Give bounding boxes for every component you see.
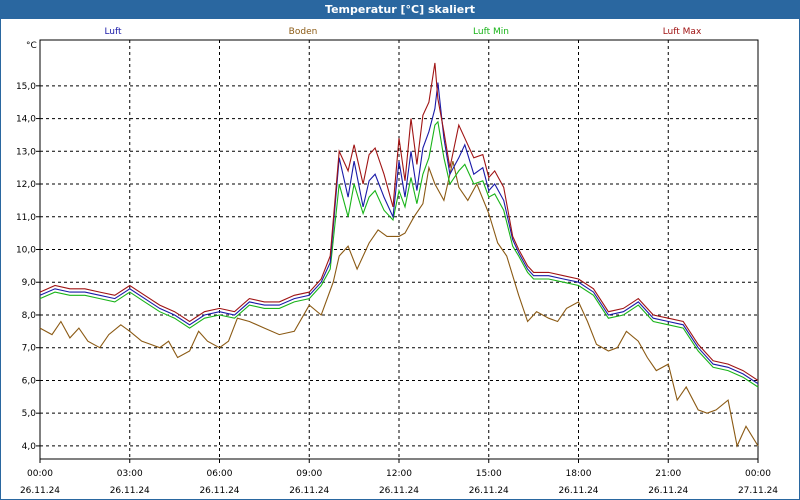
y-tick-label: 13,0 xyxy=(16,147,36,157)
y-tick-labels: 4,0 5,0 6,0 7,0 8,0 9,0 10,0 11,0 12,0 13,0 14,0 15… xyxy=(16,82,36,452)
x-tick-time: 21:00 xyxy=(655,469,681,479)
legend-item-boden: Boden xyxy=(289,27,318,37)
legend-item-luft-min: Luft Min xyxy=(473,27,509,37)
x-tick-labels: 00:00 26.11.24 03:00 26.11.24 06:00 26.11.24 0… xyxy=(20,469,778,496)
x-tick-date: 26.11.24 xyxy=(110,486,150,496)
x-tick-time: 15:00 xyxy=(476,469,502,479)
legend-item-luft-max: Luft Max xyxy=(663,27,702,37)
x-tick-time: 00:00 xyxy=(745,469,771,479)
x-tick-time: 12:00 xyxy=(386,469,412,479)
y-tick-label: 12,0 xyxy=(16,180,36,190)
legend-item-luft: Luft xyxy=(104,27,122,37)
x-tick-date: 27.11.24 xyxy=(738,486,778,496)
axes xyxy=(36,39,759,463)
x-tick-date: 26.11.24 xyxy=(289,486,329,496)
x-tick-time: 06:00 xyxy=(207,469,233,479)
x-tick-date: 26.11.24 xyxy=(379,486,419,496)
y-tick-label: 15,0 xyxy=(16,82,36,92)
x-tick-date: 26.11.24 xyxy=(469,486,509,496)
y-unit-label: °C xyxy=(26,41,37,51)
x-tick-time: 03:00 xyxy=(117,469,143,479)
grid xyxy=(40,40,758,459)
x-tick-time: 00:00 xyxy=(27,469,53,479)
y-tick-label: 8,0 xyxy=(22,311,37,321)
x-tick-date: 26.11.24 xyxy=(199,486,239,496)
y-tick-label: 14,0 xyxy=(16,115,36,125)
temperature-chart: 4,0 5,0 6,0 7,0 8,0 9,0 10,0 11,0 12,0 13,0 14,0 15… xyxy=(16,27,778,496)
x-tick-date: 26.11.24 xyxy=(20,486,60,496)
legend: Luft Boden Luft Min Luft Max xyxy=(104,27,702,37)
y-tick-label: 6,0 xyxy=(22,376,37,386)
y-tick-label: 11,0 xyxy=(16,213,36,223)
y-tick-label: 4,0 xyxy=(22,442,37,452)
x-tick-time: 18:00 xyxy=(566,469,592,479)
y-tick-label: 7,0 xyxy=(22,344,37,354)
x-tick-date: 26.11.24 xyxy=(648,486,688,496)
y-tick-label: 9,0 xyxy=(22,278,37,288)
y-tick-label: 10,0 xyxy=(16,246,36,256)
x-tick-date: 26.11.24 xyxy=(558,486,598,496)
x-tick-time: 09:00 xyxy=(296,469,322,479)
y-tick-label: 5,0 xyxy=(22,409,37,419)
